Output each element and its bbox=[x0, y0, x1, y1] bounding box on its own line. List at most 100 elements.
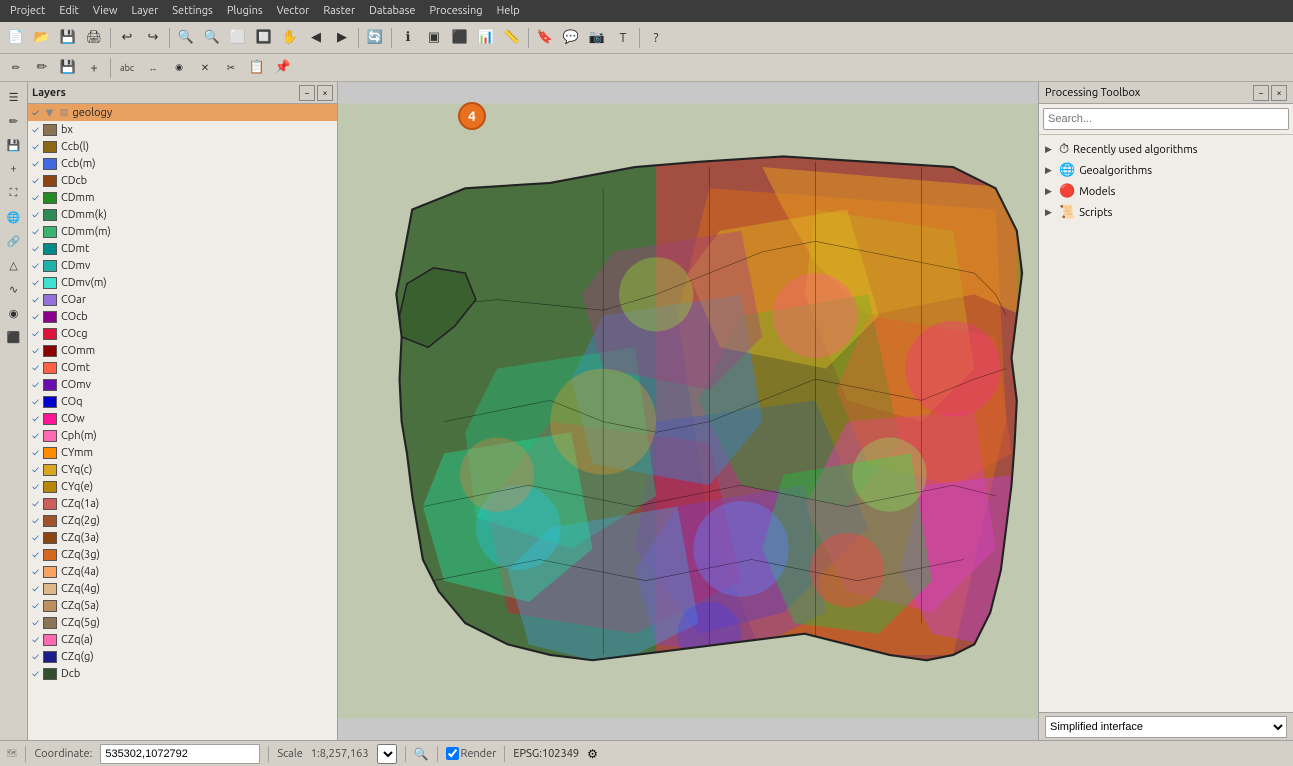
menu-vector[interactable]: Vector bbox=[271, 3, 316, 19]
layer-item[interactable]: ✓ CZq(5a) bbox=[28, 597, 337, 614]
interface-mode-select[interactable]: Simplified interface Advanced interface bbox=[1045, 716, 1287, 738]
copy-features-button[interactable]: 📋 bbox=[245, 56, 269, 80]
menu-view[interactable]: View bbox=[87, 3, 124, 19]
processing-search-input[interactable] bbox=[1043, 108, 1289, 130]
undo-button[interactable]: ↩ bbox=[115, 26, 139, 50]
add-feature-button[interactable]: + bbox=[82, 56, 106, 80]
digitize-label-button[interactable]: abc bbox=[115, 56, 139, 80]
left-tool-7[interactable]: 🔗 bbox=[3, 230, 25, 252]
layers-close-button[interactable]: × bbox=[317, 85, 333, 101]
layer-item[interactable]: ✓ COcg bbox=[28, 325, 337, 342]
menu-settings[interactable]: Settings bbox=[166, 3, 219, 19]
layer-item[interactable]: ✓ COmm bbox=[28, 342, 337, 359]
paste-features-button[interactable]: 📌 bbox=[271, 56, 295, 80]
layer-checkbox-check[interactable]: ✓ bbox=[32, 107, 39, 118]
layer-item[interactable]: ✓ CYmm bbox=[28, 444, 337, 461]
cut-features-button[interactable]: ✂ bbox=[219, 56, 243, 80]
text-button[interactable]: T bbox=[611, 26, 635, 50]
menu-layer[interactable]: Layer bbox=[126, 3, 165, 19]
tree-item-scripts[interactable]: ▶ 📜 Scripts bbox=[1043, 202, 1289, 223]
left-tool-10[interactable]: ◉ bbox=[3, 302, 25, 324]
redo-button[interactable]: ↪ bbox=[141, 26, 165, 50]
epsg-settings-icon[interactable]: ⚙ bbox=[587, 747, 598, 761]
select-button[interactable]: ▣ bbox=[422, 26, 446, 50]
layer-item[interactable]: ✓ CDmv(m) bbox=[28, 274, 337, 291]
render-checkbox[interactable] bbox=[446, 747, 459, 760]
deselect-button[interactable]: ⬛ bbox=[448, 26, 472, 50]
layer-item[interactable]: ✓ COq bbox=[28, 393, 337, 410]
node-tool-button[interactable]: ◉ bbox=[167, 56, 191, 80]
layer-item[interactable]: ✓ COcb bbox=[28, 308, 337, 325]
layer-item[interactable]: ✓ COmt bbox=[28, 359, 337, 376]
layer-item[interactable]: ✓ Dcb bbox=[28, 665, 337, 682]
left-tool-11[interactable]: ⬛ bbox=[3, 326, 25, 348]
delete-selected-button[interactable]: ✕ bbox=[193, 56, 217, 80]
identify-button[interactable]: ℹ bbox=[396, 26, 420, 50]
save-as-button[interactable]: 🖨 bbox=[82, 26, 106, 50]
toggle-edit-button[interactable]: ✏ bbox=[30, 56, 54, 80]
left-tool-4[interactable]: + bbox=[3, 158, 25, 180]
layer-item[interactable]: ✓ CDmm(k) bbox=[28, 206, 337, 223]
left-tool-8[interactable]: △ bbox=[3, 254, 25, 276]
layer-item[interactable]: ✓ bx bbox=[28, 121, 337, 138]
bookmark-button[interactable]: 🔖 bbox=[533, 26, 557, 50]
zoom-layer-button[interactable]: 🔲 bbox=[252, 26, 276, 50]
layer-item[interactable]: ✓ CZq(4a) bbox=[28, 563, 337, 580]
layer-item[interactable]: ✓ CZq(4g) bbox=[28, 580, 337, 597]
move-feature-button[interactable]: ↔ bbox=[141, 56, 165, 80]
layer-item[interactable]: ✓ CZq(a) bbox=[28, 631, 337, 648]
current-edit-button[interactable]: ✏ bbox=[4, 56, 28, 80]
layer-item[interactable]: ✓ COmv bbox=[28, 376, 337, 393]
open-table-button[interactable]: 📊 bbox=[474, 26, 498, 50]
left-tool-2[interactable]: ✏ bbox=[3, 110, 25, 132]
save-project-button[interactable]: 💾 bbox=[56, 26, 80, 50]
layer-item[interactable]: ✓ CDmv bbox=[28, 257, 337, 274]
menu-edit[interactable]: Edit bbox=[53, 3, 85, 19]
tree-item-recent[interactable]: ▶ ⏱ Recently used algorithms bbox=[1043, 139, 1289, 160]
map-tips-button[interactable]: 📷 bbox=[585, 26, 609, 50]
menu-help[interactable]: Help bbox=[491, 3, 526, 19]
layers-minimize-button[interactable]: − bbox=[299, 85, 315, 101]
processing-minimize-button[interactable]: − bbox=[1253, 85, 1269, 101]
menu-database[interactable]: Database bbox=[363, 3, 421, 19]
layer-item[interactable]: ✓ Ccb(l) bbox=[28, 138, 337, 155]
tree-item-models[interactable]: ▶ 🔴 Models bbox=[1043, 181, 1289, 202]
menu-raster[interactable]: Raster bbox=[317, 3, 361, 19]
layer-item[interactable]: ✓ CZq(g) bbox=[28, 648, 337, 665]
layer-item[interactable]: ✓ CDmm(m) bbox=[28, 223, 337, 240]
open-project-button[interactable]: 📂 bbox=[30, 26, 54, 50]
layer-item[interactable]: ✓ CZq(2g) bbox=[28, 512, 337, 529]
zoom-out-button[interactable]: 🔍 bbox=[200, 26, 224, 50]
layer-item[interactable]: ✓ CYq(e) bbox=[28, 478, 337, 495]
layer-item[interactable]: ✓ CYq(c) bbox=[28, 461, 337, 478]
active-layer-row[interactable]: ✓ ▼ ▤ geology bbox=[28, 104, 337, 121]
zoom-last-button[interactable]: ◀ bbox=[304, 26, 328, 50]
layer-item[interactable]: ✓ CZq(5g) bbox=[28, 614, 337, 631]
tree-item-geoalgorithms[interactable]: ▶ 🌐 Geoalgorithms bbox=[1043, 160, 1289, 181]
menu-project[interactable]: Project bbox=[4, 3, 51, 19]
map-canvas[interactable]: 4 bbox=[338, 82, 1038, 740]
zoom-full-button[interactable]: ⬜ bbox=[226, 26, 250, 50]
left-tool-1[interactable]: ☰ bbox=[3, 86, 25, 108]
left-tool-3[interactable]: 💾 bbox=[3, 134, 25, 156]
layer-item[interactable]: ✓ CDmm bbox=[28, 189, 337, 206]
left-tool-9[interactable]: ∿ bbox=[3, 278, 25, 300]
left-tool-5[interactable]: ⛶ bbox=[3, 182, 25, 204]
layer-item[interactable]: ✓ COar bbox=[28, 291, 337, 308]
layer-item[interactable]: ✓ Cph(m) bbox=[28, 427, 337, 444]
save-edit-button[interactable]: 💾 bbox=[56, 56, 80, 80]
layer-item[interactable]: ✓ CDcb bbox=[28, 172, 337, 189]
layer-item[interactable]: ✓ COw bbox=[28, 410, 337, 427]
layer-item[interactable]: ✓ Ccb(m) bbox=[28, 155, 337, 172]
annotation-button[interactable]: 💬 bbox=[559, 26, 583, 50]
refresh-button[interactable]: 🔄 bbox=[363, 26, 387, 50]
help-button[interactable]: ? bbox=[644, 26, 668, 50]
measure-button[interactable]: 📏 bbox=[500, 26, 524, 50]
menu-plugins[interactable]: Plugins bbox=[221, 3, 269, 19]
pan-button[interactable]: ✋ bbox=[278, 26, 302, 50]
new-project-button[interactable]: 📄 bbox=[4, 26, 28, 50]
layer-item[interactable]: ✓ CZq(3a) bbox=[28, 529, 337, 546]
layer-item[interactable]: ✓ CZq(3g) bbox=[28, 546, 337, 563]
layer-item[interactable]: ✓ CDmt bbox=[28, 240, 337, 257]
menu-processing[interactable]: Processing bbox=[423, 3, 488, 19]
